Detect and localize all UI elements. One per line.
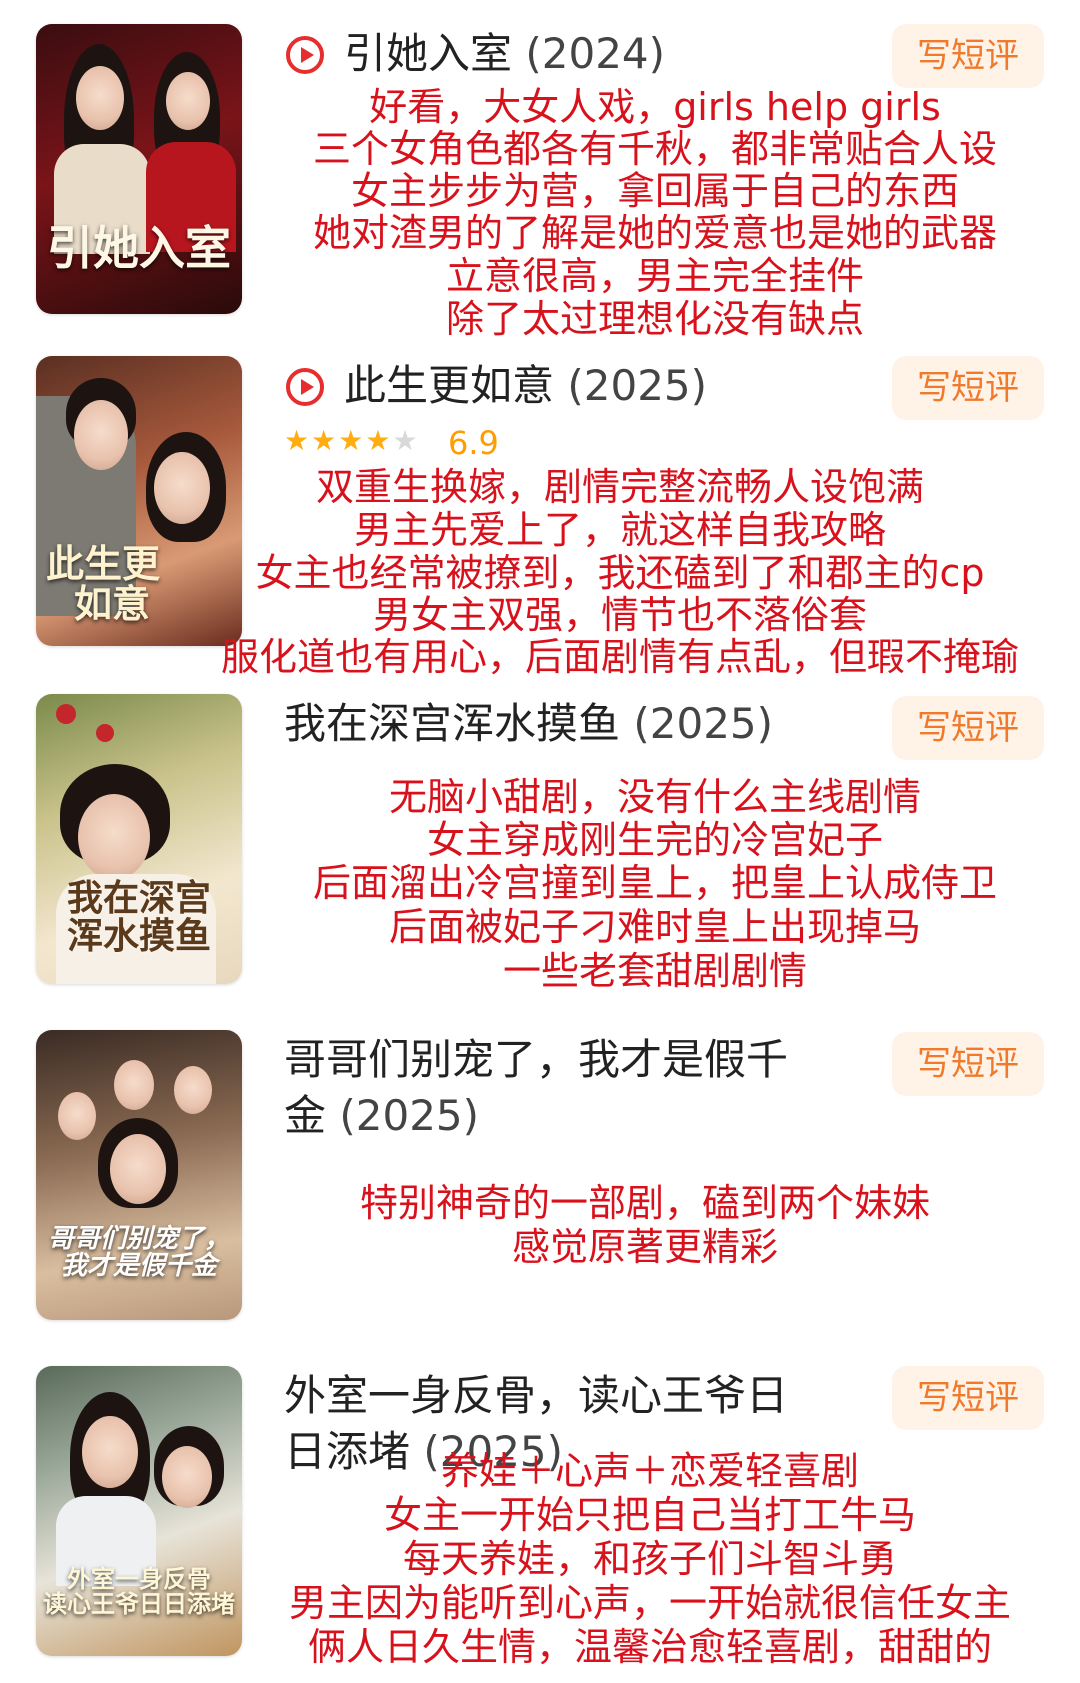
drama-title[interactable]: 此生更如意 (2025) [344,358,707,414]
note-line: 无脑小甜剧，没有什么主线剧情 [388,775,922,819]
note-line: 除了太过理想化没有缺点 [445,297,865,341]
drama-title[interactable]: 我在深宫浑水摸鱼 (2025) [284,696,773,752]
note-line: 男主因为能听到心声，一开始就很信任女主 [288,1581,1012,1625]
note-line: 她对渣男的了解是她的爱意也是她的武器 [312,211,998,255]
poster-image[interactable]: 哥哥们别宠了， 我才是假千金 [36,1030,242,1320]
note-line: 感觉原著更精彩 [511,1225,779,1269]
write-review-button[interactable]: 写短评 [892,1032,1044,1096]
play-icon[interactable] [286,368,324,406]
note-line: 男主先爱上了，就这样自我攻略 [353,508,887,552]
poster-title: 哥哥们别宠了， 我才是假千金 [47,1224,230,1282]
note-line: 双重生换嫁，剧情完整流畅人设饱满 [315,465,925,509]
write-review-button[interactable]: 写短评 [892,1366,1044,1430]
note-line: 后面溜出冷宫撞到皇上，把皇上认成侍卫 [312,861,998,905]
note-line: 好看，大女人戏，girls help girls [369,85,941,129]
play-icon[interactable] [286,36,324,74]
star-half-icon: ★ [365,424,393,457]
poster-image[interactable]: 外室一身反骨 读心王爷日日添堵 [36,1366,242,1656]
note-line: 女主也经常被撩到，我还磕到了和郡主的cp [255,551,985,595]
poster-title: 此生更 如意 [46,541,161,626]
note-line: 女主步步为营，拿回属于自己的东西 [350,169,960,213]
note-line: 服化道也有用心，后面剧情有点乱，但瑕不掩瑜 [220,635,1020,679]
star-icon: ★ [284,424,312,457]
drama-title[interactable]: 引她入室 (2024) [344,26,665,82]
note-line: 一些老套甜剧剧情 [502,949,808,993]
poster-image[interactable]: 我在深宫 浑水摸鱼 [36,694,242,984]
write-review-button[interactable]: 写短评 [892,696,1044,760]
note-line: 女主一开始只把自己当打工牛马 [383,1493,917,1537]
star-icon: ★ [392,424,420,457]
rating-score: 6.9 [448,424,499,462]
star-icon: ★ [311,424,339,457]
note-line: 立意很高，男主完全挂件 [445,254,865,298]
poster-image[interactable]: 此生更 如意 [36,356,242,646]
note-line: 养娃＋心声＋恋爱轻喜剧 [440,1449,860,1493]
poster-title: 外室一身反骨 读心王爷日日添堵 [43,1564,235,1619]
write-review-button[interactable]: 写短评 [892,356,1044,420]
rating-stars: ★★★★★ [284,424,420,457]
note-line: 每天养娃，和孩子们斗智斗勇 [402,1537,898,1581]
write-review-button[interactable]: 写短评 [892,24,1044,88]
note-line: 俩人日久生情，温馨治愈轻喜剧，甜甜的 [307,1625,993,1669]
note-line: 女主穿成刚生完的冷宫妃子 [426,818,884,862]
poster-image[interactable]: 引她入室 [36,24,242,314]
note-line: 男女主双强，情节也不落俗套 [372,593,868,637]
star-icon: ★ [338,424,366,457]
poster-title: 引她入室 [47,221,231,275]
note-line: 后面被妃子刁难时皇上出现掉马 [388,905,922,949]
drama-title[interactable]: 哥哥们别宠了，我才是假千 金 (2025) [284,1032,844,1144]
note-line: 三个女角色都各有千秋，都非常贴合人设 [312,127,998,171]
note-line: 特别神奇的一部剧，磕到两个妹妹 [359,1181,931,1225]
poster-title: 我在深宫 浑水摸鱼 [66,877,211,957]
